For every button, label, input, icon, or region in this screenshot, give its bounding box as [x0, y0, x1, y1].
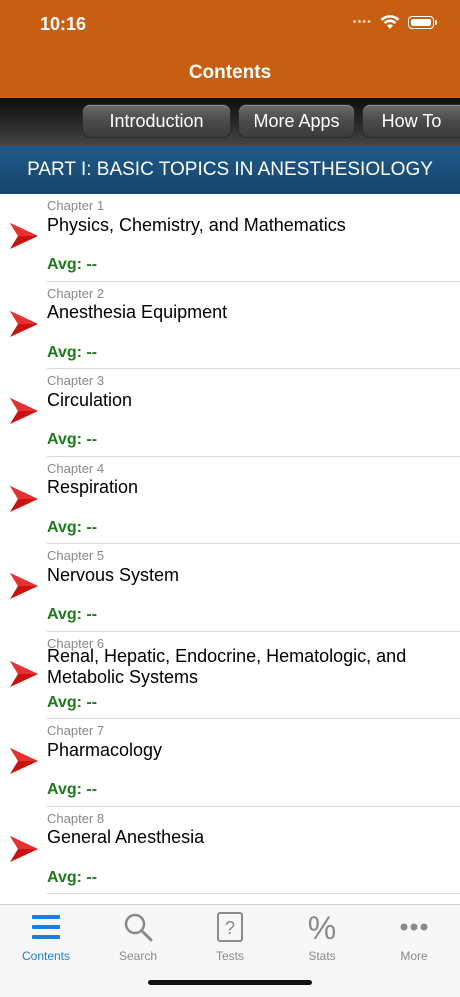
red-arrow-icon [10, 660, 38, 687]
tab-tests[interactable]: ? Tests [184, 911, 276, 963]
tab-stats[interactable]: % Stats [276, 911, 368, 963]
app-header: 10:16 •••• Contents [0, 0, 460, 98]
chapter-title: Nervous System [47, 564, 180, 585]
chapter-title: Circulation [47, 389, 133, 410]
chapter-row[interactable]: Chapter 3 Circulation Avg: -- [0, 369, 460, 457]
chapter-list: Chapter 1 Physics, Chemistry, and Mathem… [0, 194, 460, 904]
how-to-button[interactable]: How To [362, 104, 460, 138]
question-page-icon: ? [217, 912, 243, 942]
tab-contents[interactable]: Contents [0, 911, 92, 963]
more-dots-icon [400, 923, 428, 931]
red-arrow-icon [10, 835, 38, 862]
chapter-row[interactable]: Chapter 7 Pharmacology Avg: -- [0, 719, 460, 807]
tab-search[interactable]: Search [92, 911, 184, 963]
percent-icon: % [308, 911, 336, 943]
chapter-row[interactable]: Chapter 8 General Anesthesia Avg: -- [0, 807, 460, 895]
red-arrow-icon [10, 398, 38, 424]
toolbar: Introduction More Apps How To [0, 98, 460, 146]
red-arrow-icon [10, 573, 38, 599]
tab-label: Search [118, 949, 158, 963]
search-icon [124, 913, 153, 942]
chapter-row[interactable]: Chapter 6 Renal, Hepatic, Endocrine, Hem… [0, 632, 460, 720]
more-apps-button[interactable]: More Apps [238, 104, 355, 138]
tab-label: Contents [21, 949, 71, 963]
chapter-title: Respiration [47, 477, 139, 497]
list-icon [32, 915, 60, 939]
chapter-title: Physics, Chemistry, and Mathematics [47, 214, 346, 235]
chapter-average: Avg: -- [47, 606, 98, 623]
chapter-average: Avg: -- [47, 343, 98, 361]
tab-label: Stats [308, 949, 336, 963]
chapter-average: Avg: -- [47, 693, 98, 711]
chapter-average: Avg: -- [47, 781, 98, 798]
svg-text:%: % [308, 911, 336, 943]
wifi-icon [380, 15, 400, 29]
chapter-title: General Anesthesia [47, 827, 205, 847]
svg-text:?: ? [225, 918, 235, 938]
introduction-button[interactable]: Introduction [82, 104, 231, 138]
section-header: PART I: BASIC TOPICS IN ANESTHESIOLOGY [0, 146, 460, 194]
chapter-row[interactable]: Chapter 4 Respiration Avg: -- [0, 457, 460, 545]
chapter-title: Renal, Hepatic, Endocrine, Hematologic, … [47, 645, 407, 687]
chapter-row[interactable]: Chapter 1 Physics, Chemistry, and Mathem… [0, 194, 460, 282]
red-arrow-icon [10, 748, 38, 774]
page-title: Contents [188, 62, 272, 83]
red-arrow-icon [10, 223, 38, 249]
tab-label: More [400, 949, 428, 963]
chapter-average: Avg: -- [47, 256, 98, 273]
chapter-row[interactable]: Chapter 5 Nervous System Avg: -- [0, 544, 460, 632]
battery-icon [408, 15, 437, 29]
chapter-average: Avg: -- [47, 518, 98, 536]
chapter-average: Avg: -- [47, 431, 98, 448]
chapter-title: Pharmacology [47, 739, 163, 760]
home-indicator [148, 980, 312, 985]
signal-dots-icon: •••• [352, 16, 372, 28]
status-icons: •••• [352, 14, 437, 30]
tab-more[interactable]: More [368, 911, 460, 963]
red-arrow-icon [10, 485, 38, 512]
tab-label: Tests [215, 949, 244, 963]
chapter-title: Anesthesia Equipment [47, 302, 228, 322]
chapter-average: Avg: -- [47, 868, 98, 886]
status-time: 10:16 [40, 14, 87, 34]
red-arrow-icon [10, 310, 38, 337]
chapter-row[interactable]: Chapter 2 Anesthesia Equipment Avg: -- [0, 282, 460, 370]
